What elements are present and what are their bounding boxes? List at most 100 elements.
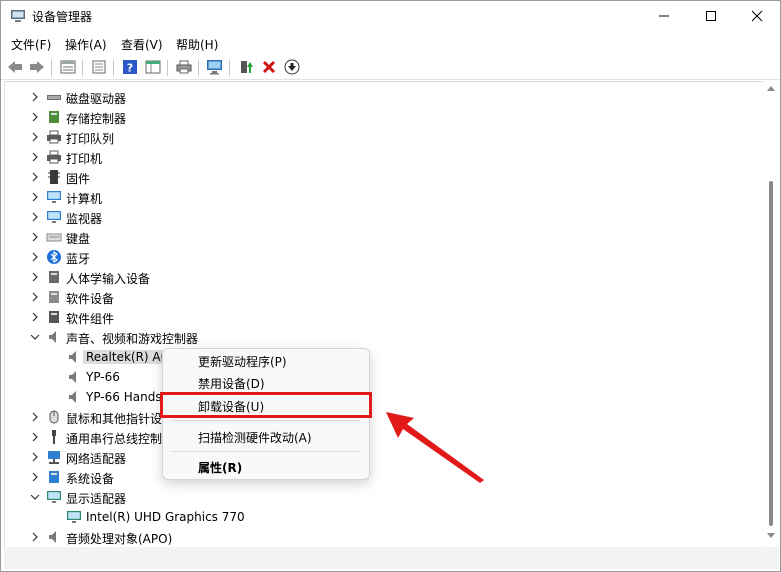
tree-item-label: 固件 bbox=[66, 172, 91, 186]
vertical-scrollbar[interactable] bbox=[763, 81, 779, 546]
chevron-right-icon[interactable] bbox=[30, 91, 40, 103]
tree-category-item[interactable]: 存储控制器 bbox=[5, 107, 763, 127]
menu-view[interactable]: 查看(V) bbox=[121, 36, 163, 53]
tree-category-item[interactable]: 人体学输入设备 bbox=[5, 267, 763, 287]
tree-item-label: 软件组件 bbox=[66, 312, 115, 326]
tree-item-label: 显示适配器 bbox=[66, 492, 127, 506]
title-bar: 设备管理器 bbox=[1, 1, 780, 31]
view-toolbar-button[interactable] bbox=[144, 58, 162, 76]
menu-update-driver[interactable]: 更新驱动程序(P) bbox=[198, 353, 287, 370]
chevron-right-icon[interactable] bbox=[30, 131, 40, 143]
tree-category-item[interactable]: 固件 bbox=[5, 167, 763, 187]
tree-item-label: 打印机 bbox=[66, 152, 103, 166]
tree-category-item[interactable]: 打印机 bbox=[5, 147, 763, 167]
tree-item-label: 人体学输入设备 bbox=[66, 272, 151, 286]
tree-category-item[interactable]: 声音、视频和游戏控制器 bbox=[5, 327, 763, 347]
tree-item-label: 监视器 bbox=[66, 212, 103, 226]
tree-device-item[interactable]: Intel(R) UHD Graphics 770 bbox=[5, 507, 763, 527]
tree-category-item[interactable]: 软件设备 bbox=[5, 287, 763, 307]
tree-category-item[interactable]: 键盘 bbox=[5, 227, 763, 247]
chevron-right-icon[interactable] bbox=[30, 531, 40, 543]
tree-category-item[interactable]: 显示适配器 bbox=[5, 487, 763, 507]
menu-scan-hardware[interactable]: 扫描检测硬件改动(A) bbox=[198, 429, 312, 446]
highlight-box bbox=[160, 392, 372, 418]
minimize-button[interactable] bbox=[641, 1, 687, 31]
uninstall-toolbar-button[interactable] bbox=[260, 58, 278, 76]
tree-item-label: Intel(R) UHD Graphics 770 bbox=[86, 510, 245, 524]
properties-window-icon bbox=[60, 60, 76, 74]
chevron-right-icon[interactable] bbox=[30, 111, 40, 123]
red-arrow-icon bbox=[386, 412, 484, 483]
print-toolbar-button[interactable] bbox=[175, 58, 193, 76]
show-hidden-button[interactable] bbox=[90, 58, 108, 76]
window-title: 设备管理器 bbox=[32, 10, 93, 24]
hid-icon bbox=[46, 269, 62, 285]
speaker-icon bbox=[46, 529, 62, 545]
tree-category-item[interactable]: 蓝牙 bbox=[5, 247, 763, 267]
help-toolbar-button[interactable]: ? bbox=[121, 58, 139, 76]
scroll-thumb[interactable] bbox=[769, 181, 773, 526]
chevron-down-icon[interactable] bbox=[30, 331, 40, 343]
scroll-up-icon[interactable] bbox=[767, 85, 775, 91]
tree-category-item[interactable]: 打印队列 bbox=[5, 127, 763, 147]
software-device-icon bbox=[46, 289, 62, 305]
speaker-icon bbox=[66, 349, 82, 365]
tree-category-item[interactable]: 磁盘驱动器 bbox=[5, 87, 763, 107]
chevron-right-icon[interactable] bbox=[30, 471, 40, 483]
tree-item-label: YP-66 bbox=[86, 370, 120, 384]
tree-item-label: 蓝牙 bbox=[66, 252, 91, 266]
menu-action[interactable]: 操作(A) bbox=[65, 36, 107, 53]
software-component-icon bbox=[46, 309, 62, 325]
scan-monitor-icon bbox=[207, 60, 222, 75]
mouse-icon bbox=[46, 409, 62, 425]
maximize-button[interactable] bbox=[688, 1, 734, 31]
chevron-down-icon[interactable] bbox=[30, 491, 40, 503]
tree-device-item[interactable]: YP-66 bbox=[5, 367, 763, 387]
forward-arrow-icon bbox=[30, 61, 44, 73]
update-driver-toolbar-button[interactable] bbox=[237, 58, 255, 76]
forward-button[interactable] bbox=[28, 58, 46, 76]
menu-properties[interactable]: 属性(R) bbox=[198, 459, 242, 476]
properties-toolbar-button[interactable] bbox=[59, 58, 77, 76]
tree-item-label: 系统设备 bbox=[66, 472, 115, 486]
menu-help[interactable]: 帮助(H) bbox=[176, 36, 218, 53]
chevron-right-icon[interactable] bbox=[30, 291, 40, 303]
chevron-right-icon[interactable] bbox=[30, 231, 40, 243]
storage-controller-icon bbox=[46, 109, 62, 125]
printer-icon bbox=[46, 149, 62, 165]
tree-category-item[interactable]: 计算机 bbox=[5, 187, 763, 207]
tree-category-item[interactable]: 监视器 bbox=[5, 207, 763, 227]
tree-item-label: 键盘 bbox=[66, 232, 91, 246]
menu-disable-device[interactable]: 禁用设备(D) bbox=[198, 375, 265, 392]
menu-file[interactable]: 文件(F) bbox=[11, 36, 51, 53]
list-view-icon bbox=[92, 60, 106, 74]
tree-item-label: 存储控制器 bbox=[66, 112, 127, 126]
chevron-right-icon[interactable] bbox=[30, 311, 40, 323]
svg-text:?: ? bbox=[127, 62, 133, 75]
chevron-right-icon[interactable] bbox=[30, 251, 40, 263]
chevron-right-icon[interactable] bbox=[30, 271, 40, 283]
tree-device-item[interactable]: Realtek(R) Au bbox=[5, 347, 763, 367]
tree-item-label: YP-66 Hands- bbox=[86, 390, 166, 404]
tree-category-item[interactable]: 软件组件 bbox=[5, 307, 763, 327]
disable-toolbar-button[interactable] bbox=[283, 58, 301, 76]
back-button[interactable] bbox=[6, 58, 24, 76]
tree-category-item[interactable]: 音频处理对象(APO) bbox=[5, 527, 763, 547]
network-icon bbox=[46, 449, 62, 465]
scroll-down-icon[interactable] bbox=[767, 533, 775, 539]
status-bar bbox=[4, 547, 779, 569]
chevron-right-icon[interactable] bbox=[30, 171, 40, 183]
back-arrow-icon bbox=[8, 61, 22, 73]
chevron-right-icon[interactable] bbox=[30, 451, 40, 463]
tree-item-label: 鼠标和其他指针设 bbox=[66, 412, 163, 426]
monitor-icon bbox=[46, 209, 62, 225]
chevron-right-icon[interactable] bbox=[30, 191, 40, 203]
scan-toolbar-button[interactable] bbox=[206, 58, 224, 76]
chevron-right-icon[interactable] bbox=[30, 151, 40, 163]
chevron-right-icon[interactable] bbox=[30, 411, 40, 423]
tree-item-label: 声音、视频和游戏控制器 bbox=[66, 332, 199, 346]
chevron-right-icon[interactable] bbox=[30, 211, 40, 223]
down-arrow-circle-icon bbox=[284, 59, 300, 75]
chevron-right-icon[interactable] bbox=[30, 431, 40, 443]
close-button[interactable] bbox=[734, 1, 780, 31]
